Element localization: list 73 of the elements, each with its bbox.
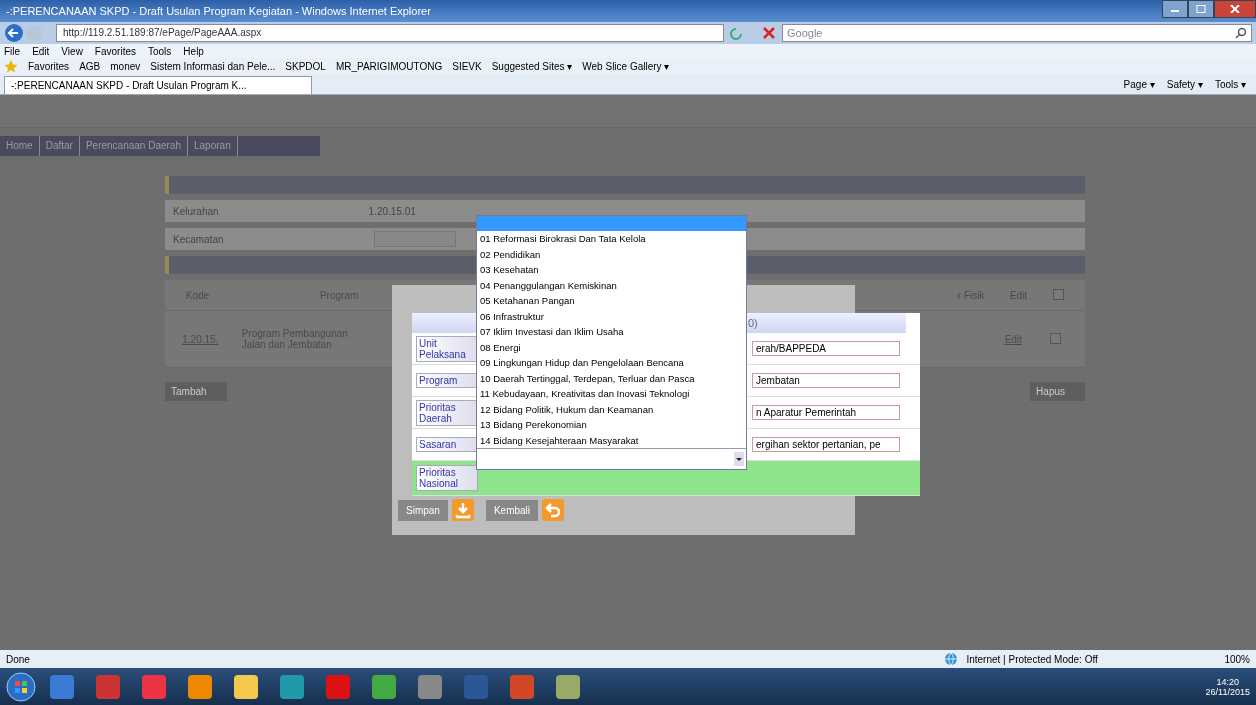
maximize-button[interactable] <box>1188 0 1214 18</box>
dialog-button[interactable]: Kembali <box>485 499 539 521</box>
list-option[interactable]: 06 Infrastruktur <box>477 308 746 324</box>
address-field[interactable]: http://119.2.51.189:87/ePage/PageAAA.aspx <box>56 24 724 42</box>
field-label: Prioritas Daerah <box>416 399 478 426</box>
list-option[interactable]: 04 Penanggulangan Kemiskinan <box>477 277 746 293</box>
checkbox[interactable] <box>1052 288 1064 300</box>
select-field[interactable] <box>477 448 746 469</box>
globe-icon <box>944 652 959 666</box>
clock-date: 26/11/2015 <box>1205 686 1250 697</box>
status-text: Done <box>6 653 30 665</box>
field-label: Sasaran <box>416 437 478 452</box>
favorite-link[interactable]: SKPDOL <box>285 60 326 72</box>
action-button[interactable]: Tambah <box>165 382 227 401</box>
window-title: -:PERENCANAAN SKPD - Draft Usulan Program Kegiatan - Windows Internet Explorer <box>6 5 432 17</box>
menu-item[interactable]: Favorites <box>94 45 136 57</box>
list-option[interactable]: 05 Ketahanan Pangan <box>477 293 746 309</box>
field-label: Kelurahan <box>173 205 219 217</box>
favorite-link[interactable]: Suggested Sites ▾ <box>491 60 573 72</box>
menu-item[interactable]: File <box>4 45 21 57</box>
checkbox[interactable] <box>1049 332 1061 344</box>
minimize-button[interactable] <box>1162 0 1188 18</box>
favorite-link[interactable]: monev <box>110 60 141 72</box>
security-zone: Internet | Protected Mode: Off <box>966 653 1099 665</box>
search-icon <box>1235 27 1247 39</box>
header-text: 0) <box>748 317 758 329</box>
command-button[interactable]: Page ▾ <box>1123 78 1155 90</box>
favorites-button[interactable]: Favorites <box>28 60 70 72</box>
input-field[interactable]: Jembatan <box>752 373 900 388</box>
start-button-icon[interactable] <box>6 671 36 702</box>
action-button[interactable]: Hapus <box>1030 382 1085 401</box>
clock-time: 14:20 <box>1216 676 1240 687</box>
zoom-level[interactable]: 100% <box>1224 653 1250 665</box>
favorite-link[interactable]: AGB <box>79 60 101 72</box>
menu-item[interactable]: Tools <box>148 45 172 57</box>
list-option[interactable]: 08 Energi <box>477 339 746 355</box>
favorite-link[interactable]: MR_PARIGIMOUTONG <box>335 60 443 72</box>
menu-item[interactable]: Help <box>183 45 204 57</box>
search-field[interactable]: Google <box>782 24 1252 42</box>
list-option[interactable]: 13 Bidang Perekonomian <box>477 417 746 433</box>
list-option[interactable]: 09 Lingkungan Hidup dan Pengelolaan Bencana <box>477 355 746 371</box>
field-label: Program <box>416 373 478 388</box>
favorite-link[interactable]: Sistem Informasi dan Pele... <box>150 60 276 72</box>
command-button[interactable]: Tools ▾ <box>1214 78 1246 90</box>
list-option[interactable]: 02 Pendidikan <box>477 246 746 262</box>
list-option[interactable]: 03 Kesehatan <box>477 262 746 278</box>
list-option[interactable]: 01 Reformasi Birokrasi Dan Tata Kelola <box>477 231 746 247</box>
field-label: Prioritas Nasional <box>416 465 478 491</box>
menu-item[interactable]: Edit <box>32 45 50 57</box>
star-icon <box>4 59 18 73</box>
close-icon <box>1230 5 1240 13</box>
dialog-button[interactable]: Simpan <box>398 499 448 521</box>
refresh-stop-icon[interactable] <box>728 24 778 42</box>
download-icon[interactable] <box>451 499 474 521</box>
field-label: Kecamatan <box>173 233 224 245</box>
list-option[interactable]: 12 Bidang Politik, Hukum dan Keamanan <box>477 401 746 417</box>
list-option[interactable]: 07 Iklim Investasi dan Iklim Usaha <box>477 324 746 340</box>
favorite-link[interactable]: Web Slice Gallery ▾ <box>582 60 670 72</box>
menu-item[interactable]: View <box>61 45 83 57</box>
input-field[interactable]: erah/BAPPEDA <box>752 341 900 356</box>
list-option[interactable]: 14 Bidang Kesejahteraan Masyarakat <box>477 432 746 448</box>
list-option[interactable]: 10 Daerah Tertinggal, Terdepan, Terluar dan Pasca <box>477 370 746 386</box>
input-field[interactable]: ergihan sektor pertanian, pe <box>752 437 900 452</box>
command-button[interactable]: Safety ▾ <box>1166 78 1203 90</box>
list-option[interactable]: 11 Kebudayaan, Kreativitas dan Inovasi Teknologi <box>477 386 746 402</box>
undo-icon[interactable] <box>542 499 565 521</box>
field-label: Unit Pelaksana <box>416 335 478 362</box>
back-forward-icon[interactable] <box>4 23 44 43</box>
close-button[interactable] <box>1214 0 1256 18</box>
browser-tab[interactable]: -:PERENCANAAN SKPD - Draft Usulan Program K... <box>4 76 312 94</box>
input-field[interactable]: n Aparatur Pemerintah <box>752 405 900 420</box>
maximize-icon <box>1196 5 1206 13</box>
favorite-link[interactable]: SIEVK <box>452 60 482 72</box>
